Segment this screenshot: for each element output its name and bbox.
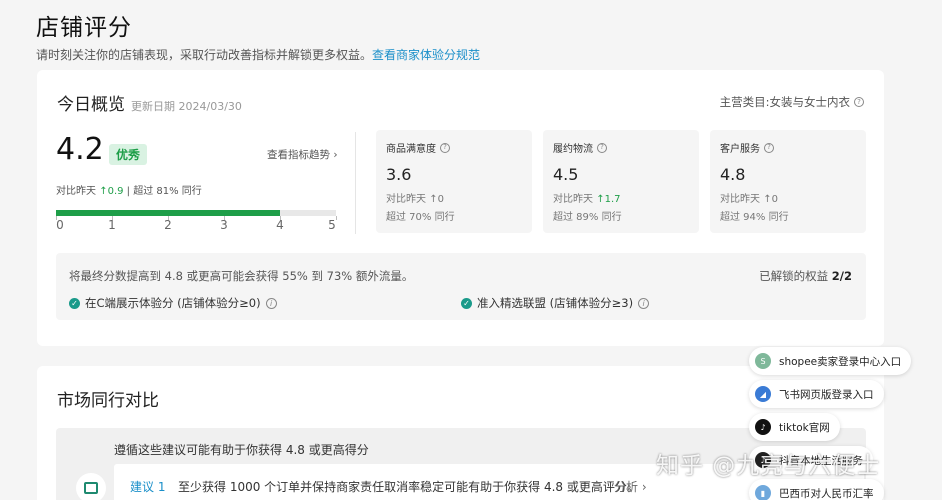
compare-delta: 0.9: [107, 186, 124, 197]
popup-label: shopee卖家登录中心入口: [779, 355, 902, 368]
suggestion-text: 至少获得 1000 个订单并保持商家责任取消率稳定可能有助于你获得 4.8 或更…: [178, 480, 639, 494]
today-header: 今日概览 更新日期 2024/03/30: [57, 90, 242, 115]
tiktok-icon: ♪: [755, 419, 771, 435]
score-level-badge: 优秀: [109, 144, 148, 165]
analyze-link[interactable]: 分析 ›: [614, 478, 647, 495]
experience-spec-link[interactable]: 查看商家体验分规范: [372, 48, 480, 62]
benefit-item: ✓ 在C端展示体验分 (店铺体验分≥0) i: [69, 295, 277, 311]
scale-tick-label: 1: [108, 218, 116, 232]
scale-tick-label: 4: [276, 218, 284, 232]
scale-tick-label: 2: [164, 218, 172, 232]
metric-percentile: 超过 70% 同行: [386, 212, 455, 223]
metric-compare: 对比昨天 ↑1.7: [553, 194, 621, 205]
check-icon: ✓: [461, 297, 472, 309]
info-icon[interactable]: i: [265, 297, 277, 309]
metric-name: 商品满意度: [386, 144, 436, 155]
unlocked-benefits: 已解锁的权益 2/2: [759, 269, 852, 283]
popup-link-shopee[interactable]: S shopee卖家登录中心入口: [749, 347, 912, 375]
arrow-up-icon: ↑: [99, 186, 108, 197]
feishu-icon: ◢: [755, 386, 771, 402]
popup-label: tiktok官网: [779, 421, 830, 434]
scale-tick-label: 5: [328, 218, 336, 232]
metric-compare: 对比昨天 ↑0: [720, 194, 778, 205]
watermark: 知乎 @九亮与六便士: [656, 453, 881, 479]
metric-fulfillment-logistics: 履约物流? 4.5 对比昨天 ↑1.7 超过 89% 同行: [543, 130, 699, 233]
update-date: 更新日期 2024/03/30: [131, 100, 242, 113]
main-category: 主营类目:女装与女士内衣 ?: [720, 94, 864, 110]
shopee-icon: S: [755, 353, 771, 369]
market-title: 市场同行对比: [57, 391, 159, 411]
today-overview-card: 今日概览 更新日期 2024/03/30 主营类目:女装与女士内衣 ? 4.2 …: [37, 70, 884, 346]
metric-value: 3.6: [386, 165, 412, 184]
metric-value: 4.8: [720, 165, 746, 184]
suggestion-heading: 遵循这些建议可能有助于你获得 4.8 或更高得分: [114, 443, 369, 457]
help-icon[interactable]: ?: [764, 142, 774, 153]
info-icon[interactable]: i: [638, 297, 650, 309]
page-header: 店铺评分 请时刻关注你的店铺表现，采取行动改善指标并解锁更多权益。查看商家体验分…: [36, 8, 480, 63]
metric-percentile: 超过 89% 同行: [553, 212, 622, 223]
boost-text: 将最终分数提高到 4.8 或更高可能会获得 55% 到 73% 额外流量。: [69, 269, 414, 283]
popup-label: 飞书网页版登录入口: [779, 388, 874, 401]
benefit-label: 在C端展示体验分 (店铺体验分≥0): [85, 296, 261, 310]
today-title: 今日概览: [57, 95, 125, 115]
benefit-item: ✓ 准入精选联盟 (店铺体验分≥3) i: [461, 295, 650, 311]
chart-icon: ▮: [755, 485, 771, 500]
scale-tick-label: 0: [56, 218, 64, 232]
traffic-boost-panel: 将最终分数提高到 4.8 或更高可能会获得 55% 到 73% 额外流量。 已解…: [56, 253, 866, 320]
score-compare: 对比昨天 ↑0.9 | 超过 81% 同行: [56, 182, 202, 197]
compare-label: 对比昨天: [56, 186, 96, 197]
arrow-up-icon: ↑: [596, 194, 605, 205]
page-title: 店铺评分: [36, 15, 132, 41]
metric-percentile: 超过 94% 同行: [720, 212, 789, 223]
scale-tick-label: 3: [220, 218, 228, 232]
main-category-label: 主营类目:女装与女士内衣: [719, 95, 850, 109]
suggestion-label: 建议 1: [130, 480, 166, 494]
metric-product-satisfaction: 商品满意度? 3.6 对比昨天 ↑0 超过 70% 同行: [376, 130, 532, 233]
shop-score: 4.2: [56, 132, 104, 167]
popup-link-tiktok[interactable]: ♪ tiktok官网: [749, 413, 840, 441]
check-icon: ✓: [69, 297, 80, 309]
metric-compare: 对比昨天 ↑0: [386, 194, 444, 205]
score-scale: 0 1 2 3 4 5: [56, 216, 337, 236]
suggestion-chart-icon: [76, 473, 106, 500]
arrow-up-icon: ↑: [429, 194, 438, 205]
help-icon[interactable]: ?: [440, 142, 450, 153]
metric-customer-service: 客户服务? 4.8 对比昨天 ↑0 超过 94% 同行: [710, 130, 866, 233]
benefit-label: 准入精选联盟 (店铺体验分≥3): [477, 296, 634, 310]
metric-name: 客户服务: [720, 144, 760, 155]
popup-link-feishu[interactable]: ◢ 飞书网页版登录入口: [749, 380, 884, 408]
help-icon[interactable]: ?: [597, 142, 607, 153]
unlocked-count: 2/2: [831, 269, 852, 283]
popup-label: 巴西币对人民币汇率: [779, 487, 874, 500]
subtitle-text: 请时刻关注你的店铺表现，采取行动改善指标并解锁更多权益。: [36, 48, 373, 62]
page-subtitle: 请时刻关注你的店铺表现，采取行动改善指标并解锁更多权益。查看商家体验分规范: [36, 46, 480, 63]
help-icon[interactable]: ?: [854, 97, 864, 107]
divider: [355, 132, 356, 234]
compare-exceed: | 超过 81% 同行: [126, 186, 202, 197]
arrow-up-icon: ↑: [763, 194, 772, 205]
metric-value: 4.5: [553, 165, 579, 184]
metric-name: 履约物流: [553, 144, 593, 155]
scale-tick: [336, 216, 337, 220]
popup-link-exchange-rate[interactable]: ▮ 巴西币对人民币汇率: [749, 479, 884, 500]
view-trend-link[interactable]: 查看指标趋势 ›: [267, 147, 338, 162]
